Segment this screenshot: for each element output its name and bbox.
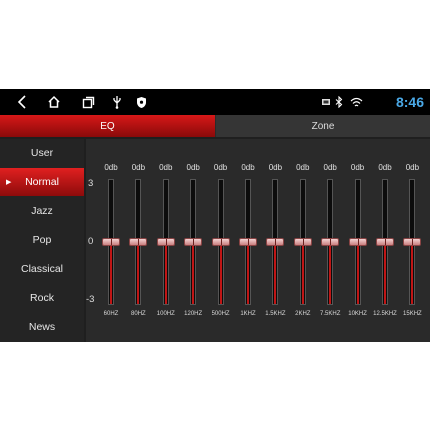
band-slider-knob[interactable] (211, 238, 230, 246)
band-level-fill (219, 243, 222, 304)
preset-list: User ▶ Normal Jazz Pop Classical Rock New… (0, 139, 84, 342)
band-slider-knob[interactable] (293, 238, 312, 246)
band-frequency-label: 15KHZ (403, 311, 422, 317)
home-icon[interactable] (45, 93, 63, 111)
eq-band-15khz: 0db 15KHZ (398, 163, 426, 341)
band-level-fill (110, 243, 112, 304)
band-db-label: 0db (159, 163, 173, 172)
band-level-fill (164, 243, 167, 304)
band-slider-knob[interactable] (348, 238, 367, 246)
preset-label: User (30, 147, 54, 159)
band-level-fill (329, 243, 332, 304)
band-level-fill (192, 243, 195, 304)
preset-jazz[interactable]: Jazz (0, 197, 84, 225)
band-slider-knob[interactable] (403, 238, 422, 246)
selected-arrow-icon: ▶ (6, 179, 12, 186)
band-level-fill (356, 243, 359, 304)
band-db-label: 0db (378, 163, 392, 172)
preset-pop[interactable]: Pop (0, 226, 84, 254)
band-slider-knob[interactable] (102, 238, 120, 246)
preset-normal[interactable]: ▶ Normal (0, 168, 84, 196)
band-level-fill (247, 243, 249, 304)
head-unit-screen: 8:46 EQ Zone User ▶ Normal Jazz Pop Class… (0, 89, 430, 342)
status-bar: 8:46 (0, 89, 430, 115)
scale-mid-label: 0 (88, 236, 94, 247)
preset-label: Rock (30, 292, 54, 304)
bluetooth-icon (334, 93, 344, 111)
band-slider-knob[interactable] (239, 238, 257, 246)
sd-card-icon (320, 93, 332, 111)
preset-label: Normal (25, 176, 59, 188)
band-db-label: 0db (213, 163, 228, 172)
band-db-label: 0db (350, 163, 365, 172)
preset-label: News (28, 321, 56, 333)
band-slider-knob[interactable] (321, 238, 340, 246)
wifi-icon (349, 93, 363, 111)
band-slider-knob[interactable] (184, 238, 203, 246)
band-db-label: 0db (323, 163, 337, 172)
preset-news[interactable]: News (0, 313, 84, 341)
usb-icon (110, 93, 124, 111)
tab-zone[interactable]: Zone (216, 115, 430, 137)
band-db-label: 0db (104, 163, 118, 172)
band-slider-knob[interactable] (266, 238, 285, 246)
back-icon[interactable] (14, 93, 30, 111)
band-slider-knob[interactable] (129, 238, 148, 246)
band-level-fill (137, 243, 140, 304)
band-level-fill (384, 243, 386, 304)
band-db-label: 0db (405, 163, 420, 172)
band-slider-knob[interactable] (376, 238, 394, 246)
tab-eq[interactable]: EQ (0, 115, 215, 137)
recents-icon[interactable] (79, 93, 97, 111)
band-db-label: 0db (296, 163, 310, 172)
band-db-label: 0db (131, 163, 146, 172)
preset-label: Pop (32, 234, 52, 246)
preset-user[interactable]: User (0, 139, 84, 167)
preset-rock[interactable]: Rock (0, 284, 84, 312)
tab-bar: EQ Zone (0, 115, 430, 137)
clock: 8:46 (395, 94, 424, 110)
band-level-fill (301, 243, 304, 304)
scale-max-label: 3 (88, 178, 94, 189)
preset-classical[interactable]: Classical (0, 255, 84, 283)
band-db-label: 0db (268, 163, 283, 172)
band-level-fill (411, 243, 414, 304)
preset-label: Classical (20, 263, 63, 275)
band-db-label: 0db (241, 163, 255, 172)
band-level-fill (274, 243, 277, 304)
scale-min-label: -3 (86, 294, 95, 305)
band-slider-knob[interactable] (156, 238, 175, 246)
shield-icon (134, 93, 148, 111)
band-db-label: 0db (186, 163, 200, 172)
preset-label: Jazz (31, 205, 53, 217)
